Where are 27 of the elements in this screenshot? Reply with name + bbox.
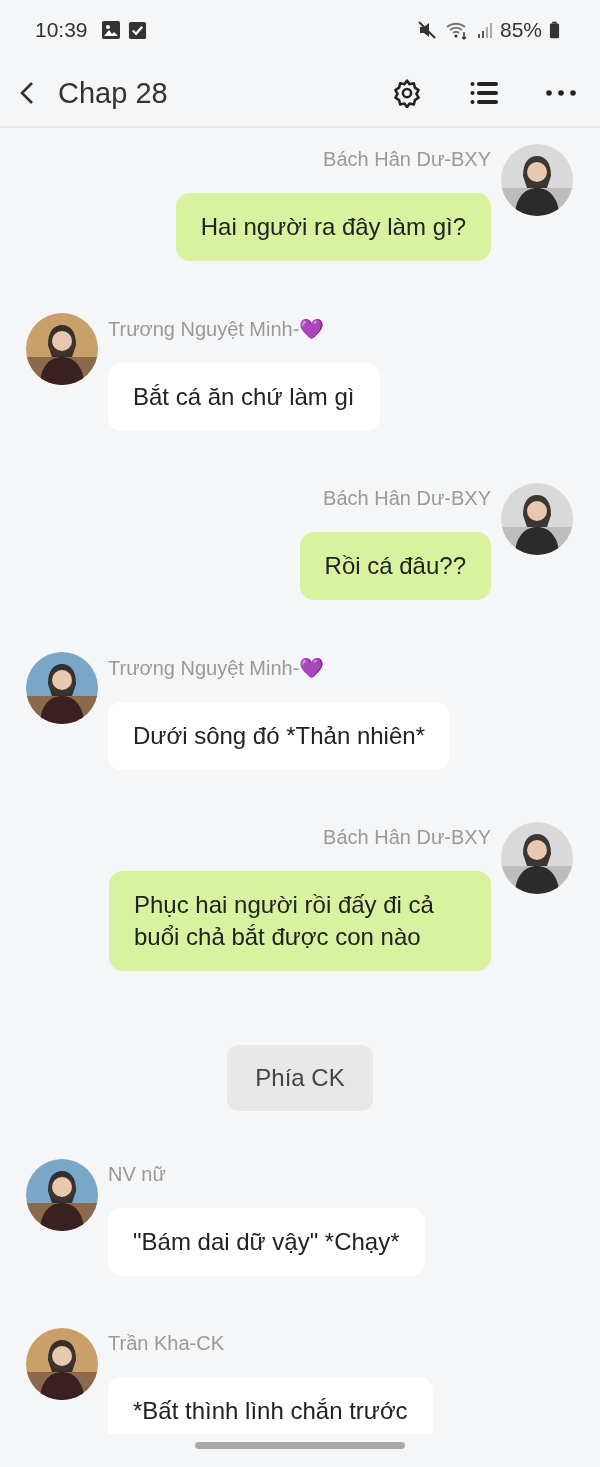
battery-percent: 85% <box>499 18 542 43</box>
message-bubble: Dưới sông đó *Thản nhiên* <box>108 701 450 770</box>
message-bubble: Phục hai người rồi đấy đi cả buổi chả bắt được con nào <box>109 870 491 971</box>
sender-name: Trần Kha-CK <box>108 1331 224 1355</box>
message-bubble: "Bám dai dữ vậy" *Chạy* <box>108 1207 425 1276</box>
chapter-title: Chap 28 <box>58 76 168 110</box>
settings-icon[interactable] <box>392 78 422 109</box>
sender-name: Trương Nguyệt Minh-💜 <box>108 316 325 341</box>
status-time: 10:39 <box>35 18 88 43</box>
sender-name: Bách Hân Dư-BXY <box>323 825 491 849</box>
message-bubble: *Bất thình lình chắn trước <box>108 1376 433 1435</box>
message-bubble: Rồi cá đâu?? <box>299 531 491 600</box>
more-icon[interactable] <box>546 90 576 97</box>
sender-name: Bách Hân Dư-BXY <box>323 486 491 510</box>
battery-icon <box>549 20 560 41</box>
back-icon[interactable] <box>20 81 34 106</box>
sender-name: Trương Nguyệt Minh-💜 <box>108 655 325 680</box>
checkbox-icon <box>127 21 147 40</box>
image-icon <box>100 20 121 41</box>
message-bubble: Bắt cá ăn chứ làm gì <box>108 362 380 431</box>
message-bubble: Hai người ra đây làm gì? <box>175 192 491 261</box>
sender-name: Bách Hân Dư-BXY <box>323 147 491 171</box>
narration-bubble: Phía CK <box>227 1044 373 1111</box>
signal-icon <box>476 20 493 41</box>
sender-name: NV nữ <box>108 1162 166 1186</box>
mute-icon <box>416 20 437 41</box>
list-icon[interactable] <box>470 81 498 106</box>
